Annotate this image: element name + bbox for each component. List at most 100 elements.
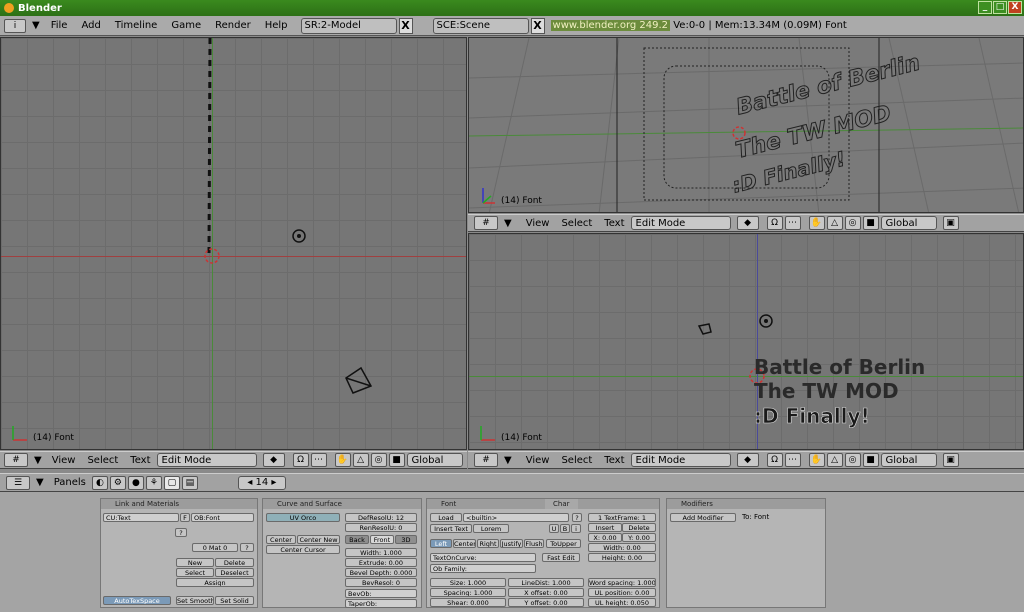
scale-manipulator-icon[interactable]: ◎ [844, 453, 861, 467]
delete-screen-button[interactable]: X [398, 17, 413, 34]
editor-type-icon[interactable]: i [4, 18, 26, 33]
hand-manipulator-icon[interactable]: ✋ [334, 453, 351, 467]
menu-help[interactable]: Help [265, 20, 288, 31]
shear-field[interactable]: Shear: 0.000 [430, 598, 506, 607]
logic-context-icon[interactable]: ◐ [91, 475, 108, 490]
mode-dropdown[interactable]: Edit Mode [630, 216, 731, 230]
underline-toggle[interactable]: U [549, 524, 559, 533]
width-field[interactable]: Width: 1.000 [345, 548, 417, 557]
char-tab[interactable]: Char [545, 499, 578, 509]
textframe-insert-button[interactable]: Insert [588, 523, 622, 532]
panels-label[interactable]: Panels [54, 477, 86, 488]
orientation-dropdown[interactable]: Global [880, 453, 937, 467]
frame-height-field[interactable]: Height: 0.00 [588, 553, 656, 562]
menu-file[interactable]: File [51, 20, 68, 31]
rotate-manipulator-icon[interactable]: △ [826, 216, 843, 230]
ob-family-field[interactable]: Ob Family: [430, 564, 536, 573]
frame-width-field[interactable]: Width: 0.00 [588, 543, 656, 552]
proportional-icon[interactable]: ⋯ [784, 216, 801, 230]
object-name-field[interactable]: OB:Font [191, 513, 254, 522]
orientation-dropdown[interactable]: Global [406, 453, 463, 467]
close-button[interactable]: X [1008, 1, 1022, 14]
x-offset-field[interactable]: X offset: 0.00 [508, 588, 584, 597]
taperob-field[interactable]: TaperOb: [345, 599, 417, 608]
material-help-button[interactable]: ? [240, 543, 254, 552]
editor-type-buttons-icon[interactable]: ☰ [6, 475, 30, 490]
menu-view[interactable]: View [526, 218, 550, 229]
center-new-button[interactable]: Center New [297, 535, 340, 544]
extrude-field[interactable]: Extrude: 0.00 [345, 558, 417, 567]
bevresol-field[interactable]: BevResol: 0 [345, 578, 417, 587]
front-toggle[interactable]: Front [370, 535, 394, 544]
ul-height-field[interactable]: UL height: 0.050 [588, 598, 656, 607]
defresolu-field[interactable]: DefResolU: 12 [345, 513, 417, 522]
translate-manipulator-icon[interactable]: ■ [862, 216, 879, 230]
mode-dropdown[interactable]: Edit Mode [630, 453, 731, 467]
center-cursor-button[interactable]: Center Cursor [266, 545, 340, 554]
menu-view[interactable]: View [526, 455, 550, 466]
translate-manipulator-icon[interactable]: ■ [388, 453, 405, 467]
screen-selector[interactable]: SR:2-Model [300, 17, 397, 34]
add-modifier-button[interactable]: Add Modifier [670, 513, 736, 522]
uv-orco-toggle[interactable]: UV Orco [266, 513, 340, 522]
script-context-icon[interactable]: ⚙ [109, 475, 126, 490]
render-preview-icon[interactable]: ▣ [942, 216, 959, 230]
orientation-dropdown[interactable]: Global [880, 216, 937, 230]
editor-type-grid-icon[interactable]: # [474, 453, 498, 467]
frame-x-field[interactable]: X: 0.00 [588, 533, 622, 542]
proportional-icon[interactable]: ⋯ [784, 453, 801, 467]
hand-manipulator-icon[interactable]: ✋ [808, 216, 825, 230]
material-delete-button[interactable]: Delete [215, 558, 254, 567]
insert-text-button[interactable]: Insert Text [430, 524, 472, 533]
menu-add[interactable]: Add [81, 20, 100, 31]
curve-name-field[interactable]: CU:Text [103, 513, 179, 522]
renresolu-field[interactable]: RenResolU: 0 [345, 523, 417, 532]
menu-select[interactable]: Select [561, 455, 592, 466]
pivot-icon[interactable]: Ω [766, 216, 783, 230]
mode-dropdown[interactable]: Edit Mode [156, 453, 257, 467]
align-right-button[interactable]: Right [477, 539, 499, 548]
material-assign-button[interactable]: Assign [176, 578, 254, 587]
set-smooth-button[interactable]: Set Smooth [176, 596, 214, 605]
bevob-field[interactable]: BevOb: [345, 589, 417, 598]
object-context-icon[interactable]: ⚘ [145, 475, 162, 490]
material-deselect-button[interactable]: Deselect [215, 568, 254, 577]
delete-scene-button[interactable]: X [530, 17, 545, 34]
material-select-button[interactable]: Select [176, 568, 214, 577]
collapse-arrow-icon[interactable]: ▼ [34, 455, 42, 466]
lorem-button[interactable]: Lorem [473, 524, 509, 533]
minimize-button[interactable]: _ [978, 1, 992, 14]
italic-toggle[interactable]: i [571, 524, 581, 533]
menu-game[interactable]: Game [171, 20, 201, 31]
bevel-depth-field[interactable]: Bevel Depth: 0.000 [345, 568, 417, 577]
menu-view[interactable]: View [52, 455, 76, 466]
bold-toggle[interactable]: B [560, 524, 570, 533]
shading-icon[interactable]: ◆ [736, 453, 759, 467]
collapse-arrow-icon[interactable]: ▼ [32, 20, 40, 31]
collapse-arrow-icon[interactable]: ▼ [504, 455, 512, 466]
textoncurve-field[interactable]: TextOnCurve: [430, 553, 536, 562]
viewport-front-left[interactable]: (14) Font [0, 37, 467, 450]
editing-context-icon[interactable]: ▢ [163, 475, 180, 490]
autotexspace-toggle[interactable]: AutoTexSpace [103, 596, 171, 605]
hand-manipulator-icon[interactable]: ✋ [808, 453, 825, 467]
collapse-arrow-icon[interactable]: ▼ [36, 477, 44, 488]
center-button[interactable]: Center [266, 535, 296, 544]
scale-manipulator-icon[interactable]: ◎ [844, 216, 861, 230]
word-spacing-field[interactable]: Word spacing: 1.000 [588, 578, 656, 587]
menu-render[interactable]: Render [215, 20, 251, 31]
linedist-field[interactable]: LineDist: 1.000 [508, 578, 584, 587]
menu-text[interactable]: Text [604, 455, 624, 466]
pivot-icon[interactable]: Ω [766, 453, 783, 467]
frame-y-field[interactable]: Y: 0.00 [622, 533, 656, 542]
menu-timeline[interactable]: Timeline [115, 20, 158, 31]
render-preview-icon[interactable]: ▣ [942, 453, 959, 467]
rotate-manipulator-icon[interactable]: △ [826, 453, 843, 467]
proportional-icon[interactable]: ⋯ [310, 453, 327, 467]
editor-type-grid-icon[interactable]: # [4, 453, 28, 467]
back-toggle[interactable]: Back [345, 535, 369, 544]
toupper-button[interactable]: ToUpper [546, 539, 581, 548]
menu-select[interactable]: Select [561, 218, 592, 229]
editor-type-grid-icon[interactable]: # [474, 216, 498, 230]
menu-select[interactable]: Select [87, 455, 118, 466]
